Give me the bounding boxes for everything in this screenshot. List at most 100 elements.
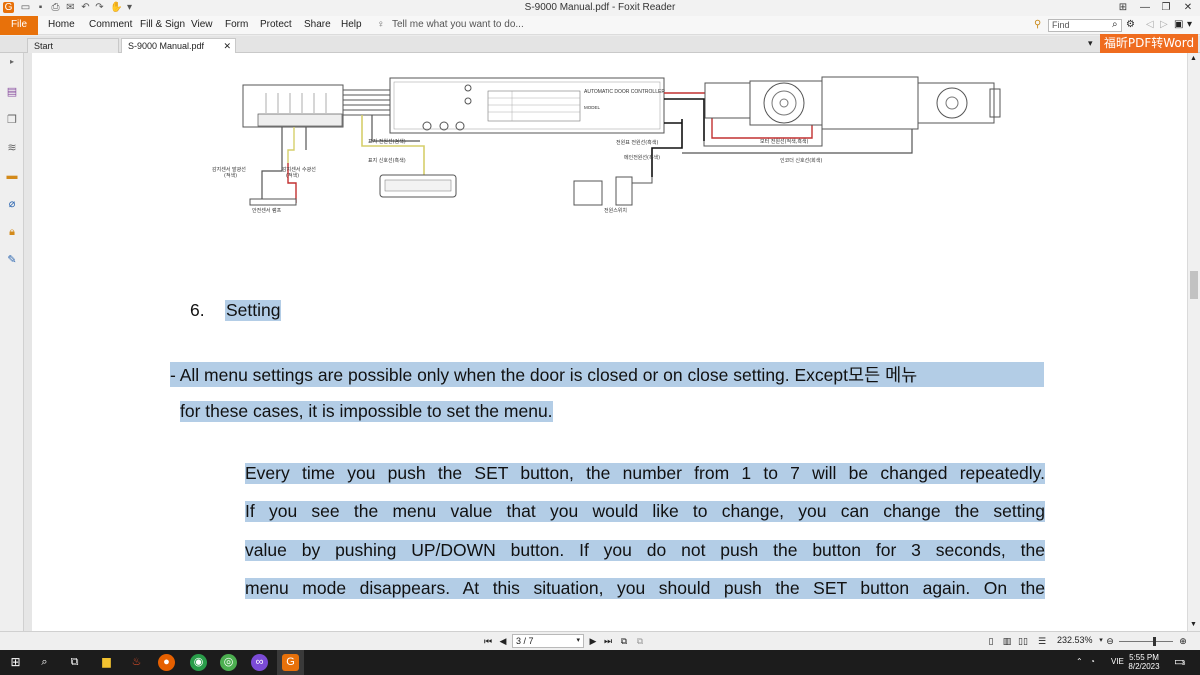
expand-panel-icon[interactable]: ▸ xyxy=(5,55,19,69)
scroll-up-icon[interactable]: ▲ xyxy=(1190,55,1197,62)
pdf-page: AUTOMATIC DOOR CONTROLLER MODEL 표지 전원선(검… xyxy=(32,53,1187,631)
tab-form[interactable]: Form xyxy=(225,16,248,35)
tab-start[interactable]: Start xyxy=(27,38,119,53)
tab-home[interactable]: Home xyxy=(48,16,75,35)
label-main-power: 전원표 전원선(흑색) xyxy=(616,139,658,146)
label-motor-power: 모터 전원선(적색,흑색) xyxy=(760,138,809,145)
keyboard-language[interactable]: VIE xyxy=(1111,657,1124,666)
clock[interactable]: 5:55 PM 8/2/2023 xyxy=(1124,653,1164,671)
label-wire-2: 표지 신호선(흑색) xyxy=(368,157,406,164)
label-power-switch: 전원스위치 xyxy=(604,207,627,214)
label-wire-1: 표지 전원선(검색) xyxy=(368,138,406,145)
tab-share[interactable]: Share xyxy=(304,16,331,35)
previous-view-icon[interactable]: ⧉ xyxy=(618,634,630,648)
label-sensor-tx-type: (적색) xyxy=(224,172,237,179)
next-view-icon[interactable]: ⧉ xyxy=(634,634,646,648)
zoom-in-icon[interactable]: ⊕ xyxy=(1177,634,1189,648)
clock-date: 8/2/2023 xyxy=(1128,662,1160,671)
wifi-icon[interactable]: ◔ xyxy=(1090,657,1095,666)
single-page-icon[interactable]: ▯ xyxy=(985,634,997,648)
app-icon-1[interactable]: ♨ xyxy=(128,654,145,671)
signature-icon[interactable]: ✎ xyxy=(5,253,19,267)
tab-fill-sign[interactable]: Fill & Sign xyxy=(140,16,185,35)
search-icon[interactable]: ⌕ xyxy=(36,654,53,671)
paragraph-2-line-1: Every time you push the SET button, the … xyxy=(245,463,1045,484)
controller-model-label: MODEL xyxy=(584,105,601,110)
foxit-taskbar-item[interactable]: G xyxy=(277,650,304,675)
layout-icon[interactable]: ▣ xyxy=(1174,16,1183,35)
previous-page-icon[interactable]: ◀ xyxy=(497,634,509,648)
chrome-icon[interactable]: ◉ xyxy=(190,654,207,671)
app-icon-2[interactable]: ◎ xyxy=(220,654,237,671)
label-sensor-tx: 감지센서 발광선 xyxy=(212,166,246,173)
tab-protect[interactable]: Protect xyxy=(260,16,292,35)
find-input[interactable]: Find xyxy=(1048,19,1122,32)
close-button[interactable]: ✕ xyxy=(1181,1,1195,14)
app-icon-3[interactable]: ∞ xyxy=(251,654,268,671)
zoom-level[interactable]: 232.53% xyxy=(1057,635,1093,645)
paragraph-1-line-2: for these cases, it is impossible to set… xyxy=(180,401,553,422)
tab-list-icon[interactable]: ▾ xyxy=(1088,38,1093,49)
left-navigation-panel: ▸ ▤ ❐ ≋ ▬ ⌀ 🔒︎ ✎ xyxy=(0,53,24,631)
minimize-button[interactable]: — xyxy=(1138,1,1152,14)
page-number-input[interactable]: 3 / 7 ▾ xyxy=(512,634,584,648)
zoom-slider-handle[interactable] xyxy=(1153,637,1156,646)
windows-start-icon[interactable]: ⊞ xyxy=(7,654,24,671)
comments-icon[interactable]: ▬ xyxy=(5,169,19,183)
tab-active-document[interactable]: S-9000 Manual.pdf ✕ xyxy=(121,38,236,53)
window-title: S-9000 Manual.pdf - Foxit Reader xyxy=(524,2,676,13)
bookmark-icon[interactable]: ▤ xyxy=(5,85,19,99)
account-icon[interactable]: ▾ xyxy=(1187,16,1192,35)
paragraph-2-line-2: If you see the menu value that you would… xyxy=(245,501,1045,522)
task-view-icon[interactable]: ⧉ xyxy=(66,654,83,671)
search-icon[interactable]: ⌕ xyxy=(1112,16,1118,35)
close-tab-icon[interactable]: ✕ xyxy=(223,39,231,53)
continuous-page-icon[interactable]: ▥ xyxy=(1001,634,1013,648)
restore-button[interactable]: ❐ xyxy=(1159,1,1173,14)
vertical-scrollbar[interactable]: ▲ ▼ xyxy=(1187,53,1200,631)
firefox-icon[interactable]: ● xyxy=(158,654,175,671)
layers-icon[interactable]: ≋ xyxy=(5,141,19,155)
ribbon-tabs: File Home Comment Fill & Sign View Form … xyxy=(0,16,1200,35)
tab-document-label: S-9000 Manual.pdf xyxy=(128,41,205,51)
document-viewport[interactable]: AUTOMATIC DOOR CONTROLLER MODEL 표지 전원선(검… xyxy=(32,53,1187,631)
pdf-to-word-button[interactable]: 福昕PDF转Word xyxy=(1100,34,1198,53)
forward-icon[interactable]: ▷ xyxy=(1160,16,1168,35)
page-thumbnails-icon[interactable]: ❐ xyxy=(5,113,19,127)
settings-gear-icon[interactable]: ⚙ xyxy=(1126,16,1135,35)
file-tab[interactable]: File xyxy=(0,16,38,35)
lightbulb-icon: ♀ xyxy=(377,19,385,30)
tell-me-input[interactable]: Tell me what you want to do... xyxy=(392,16,524,35)
zoom-out-icon[interactable]: ⊖ xyxy=(1104,634,1116,648)
scroll-down-icon[interactable]: ▼ xyxy=(1190,621,1197,628)
ribbon-display-icon[interactable]: ⊞ xyxy=(1116,1,1130,14)
show-hidden-icons[interactable]: ⌃ xyxy=(1076,657,1083,666)
zoom-slider[interactable] xyxy=(1119,641,1173,642)
facing-page-icon[interactable]: ▯▯ xyxy=(1017,634,1029,648)
label-safety-lamp: 안전센서 램프 xyxy=(252,207,282,214)
next-page-icon[interactable]: ▶ xyxy=(587,634,599,648)
wiring-diagram: AUTOMATIC DOOR CONTROLLER MODEL 표지 전원선(검… xyxy=(212,76,1001,214)
panel-splitter[interactable] xyxy=(24,53,32,631)
label-power-cable: 메인전원선(흑색) xyxy=(624,154,660,161)
security-lock-icon[interactable]: 🔒︎ xyxy=(5,225,19,239)
document-tabs: Start S-9000 Manual.pdf ✕ ▾ xyxy=(0,36,1200,53)
status-bar: ⏮ ◀ 3 / 7 ▾ ▶ ⏭ ⧉ ⧉ ▯ ▥ ▯▯ ☰ 232.53% ▾ ⊖… xyxy=(0,631,1200,650)
tab-comment[interactable]: Comment xyxy=(89,16,132,35)
attachments-icon[interactable]: ⌀ xyxy=(5,197,19,211)
paragraph-2-line-3: value by pushing UP/DOWN button. If you … xyxy=(245,540,1045,561)
tab-help[interactable]: Help xyxy=(341,16,362,35)
last-page-icon[interactable]: ⏭ xyxy=(602,634,614,648)
back-icon[interactable]: ◁ xyxy=(1146,16,1154,35)
file-explorer-icon[interactable]: ▆ xyxy=(98,654,115,671)
scroll-thumb[interactable] xyxy=(1190,271,1198,299)
notification-count: 3 xyxy=(1182,661,1186,667)
continuous-facing-icon[interactable]: ☰ xyxy=(1036,634,1048,648)
tab-view[interactable]: View xyxy=(191,16,213,35)
label-encoder: 인코더 신호선(회색) xyxy=(780,157,822,164)
controller-title: AUTOMATIC DOOR CONTROLLER xyxy=(584,89,665,95)
first-page-icon[interactable]: ⏮ xyxy=(482,634,494,648)
label-sensor-rx-type: (적색) xyxy=(286,172,299,179)
page-dropdown-icon[interactable]: ▾ xyxy=(576,635,580,647)
search-settings-icon[interactable]: ⚲ xyxy=(1034,16,1041,35)
